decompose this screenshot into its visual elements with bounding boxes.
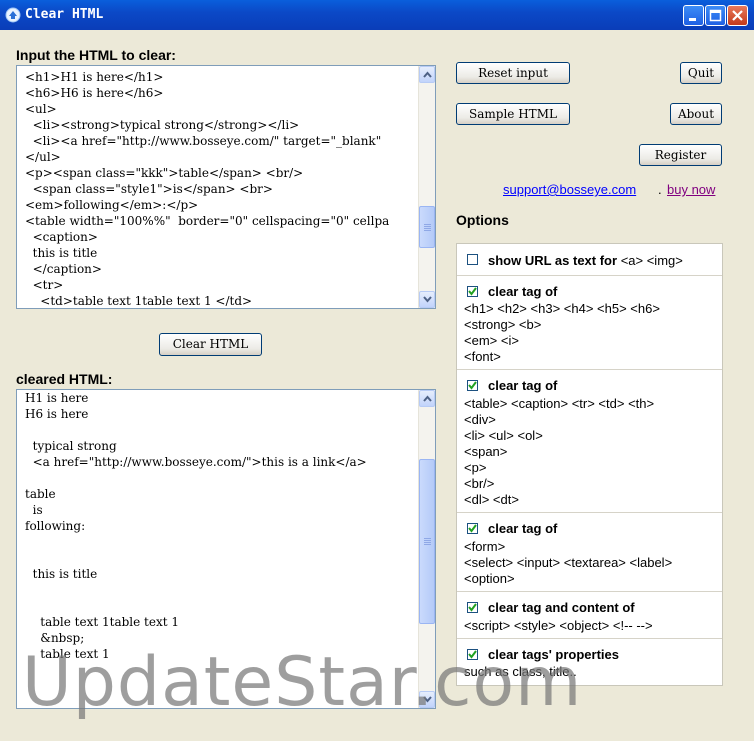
- close-button[interactable]: [727, 5, 748, 26]
- show-url-checkbox[interactable]: [467, 254, 478, 265]
- maximize-button[interactable]: [705, 5, 726, 26]
- scroll-down-button[interactable]: [419, 291, 435, 308]
- clear-html-button[interactable]: Clear HTML: [159, 333, 262, 356]
- input-label: Input the HTML to clear:: [16, 47, 176, 63]
- chevron-up-icon: [423, 395, 432, 402]
- quit-button[interactable]: Quit: [680, 62, 722, 84]
- options-heading: Options: [456, 212, 509, 228]
- option-clear-form-tags[interactable]: clear tag of <form> <select> <input> <te…: [457, 513, 722, 592]
- clear-script-tags-checkbox[interactable]: [467, 602, 478, 613]
- option-clear-script-tags[interactable]: clear tag and content of <script> <style…: [457, 592, 722, 639]
- output-label: cleared HTML:: [16, 371, 113, 387]
- option-clear-layout-tags[interactable]: clear tag of <table> <caption> <tr> <td>…: [457, 370, 722, 513]
- link-separator: .: [658, 182, 662, 197]
- checkmark-icon: [468, 381, 477, 390]
- buy-now-link[interactable]: buy now: [667, 182, 715, 197]
- window-title: Clear HTML: [25, 7, 104, 22]
- option-title: show URL as text for <a> <img>: [488, 253, 683, 268]
- chevron-up-icon: [423, 71, 432, 78]
- about-button[interactable]: About: [670, 103, 722, 125]
- input-textarea[interactable]: <h1>H1 is here</h1> <h6>H6 is here</h6> …: [16, 65, 436, 309]
- scroll-up-button[interactable]: [419, 390, 435, 407]
- checkmark-icon: [468, 524, 477, 533]
- chevron-down-icon: [423, 296, 432, 303]
- clear-text-tags-checkbox[interactable]: [467, 286, 478, 297]
- output-text: H1 is here H6 is here typical strong <a …: [25, 391, 367, 661]
- clear-form-tags-checkbox[interactable]: [467, 523, 478, 534]
- maximize-icon: [709, 9, 722, 22]
- app-icon: [5, 7, 21, 23]
- support-email-link[interactable]: support@bosseye.com: [503, 182, 636, 197]
- register-button[interactable]: Register: [639, 144, 722, 166]
- minimize-button[interactable]: [683, 5, 704, 26]
- scroll-up-button[interactable]: [419, 66, 435, 83]
- minimize-icon: [689, 18, 696, 21]
- watermark: UpdateStar.com: [22, 643, 583, 722]
- title-bar[interactable]: Clear HTML: [0, 0, 754, 30]
- input-scroll-thumb[interactable]: [419, 206, 435, 248]
- option-title: clear tag of: [488, 378, 558, 393]
- checkmark-icon: [468, 603, 477, 612]
- checkmark-icon: [468, 287, 477, 296]
- sample-html-button[interactable]: Sample HTML: [456, 103, 570, 125]
- option-tags: <script> <style> <object> <!-- -->: [464, 618, 653, 633]
- option-tags: <h1> <h2> <h3> <h4> <h5> <h6> <strong> <…: [464, 301, 660, 364]
- input-text: <h1>H1 is here</h1> <h6>H6 is here</h6> …: [25, 70, 390, 308]
- option-tags: <form> <select> <input> <textarea> <labe…: [464, 539, 673, 586]
- options-panel: show URL as text for <a> <img> clear tag…: [456, 243, 723, 686]
- output-scroll-thumb[interactable]: [419, 459, 435, 624]
- option-tags: <table> <caption> <tr> <td> <th> <div> <…: [464, 396, 655, 507]
- input-scrollbar[interactable]: [418, 66, 435, 308]
- clear-layout-tags-checkbox[interactable]: [467, 380, 478, 391]
- option-title: clear tag of: [488, 521, 558, 536]
- close-icon: [732, 10, 743, 21]
- option-title: clear tag and content of: [488, 600, 635, 615]
- option-title: clear tag of: [488, 284, 558, 299]
- option-show-url[interactable]: show URL as text for <a> <img>: [457, 244, 722, 276]
- option-clear-text-tags[interactable]: clear tag of <h1> <h2> <h3> <h4> <h5> <h…: [457, 276, 722, 370]
- reset-input-button[interactable]: Reset input: [456, 62, 570, 84]
